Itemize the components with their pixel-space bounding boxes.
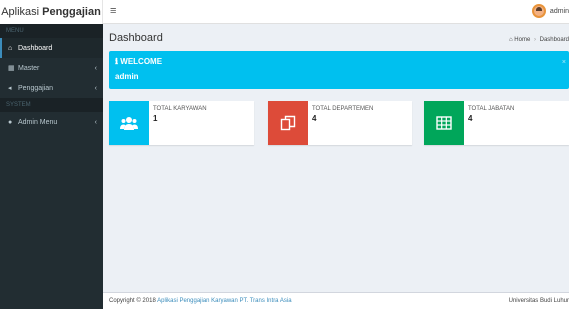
info-box-value: 4 bbox=[468, 114, 473, 123]
chevron-left-icon: ‹ bbox=[94, 84, 97, 92]
info-box-total-karyawan: TOTAL KARYAWAN 1 bbox=[109, 101, 254, 145]
sidebar-toggle-button[interactable]: ≡ bbox=[110, 5, 116, 17]
home-icon: ⌂ bbox=[8, 44, 13, 52]
footer-credit: Universitas Budi Luhur bbox=[508, 298, 569, 304]
user-icon: ● bbox=[8, 118, 13, 126]
sidebar: MENU ⌂ Dashboard ▦ Master ‹ ◂ Penggajian… bbox=[0, 24, 103, 309]
welcome-callout: ℹ WELCOME admin × bbox=[109, 51, 569, 89]
breadcrumb-home[interactable]: Home bbox=[514, 37, 530, 43]
sidebar-section-menu: MENU bbox=[0, 24, 103, 38]
sidebar-item-dashboard[interactable]: ⌂ Dashboard bbox=[0, 38, 103, 58]
copyright-text: Copyright © 2018 bbox=[109, 298, 156, 304]
sidebar-item-label: Master bbox=[18, 64, 40, 72]
info-box-label: TOTAL KARYAWAN bbox=[153, 106, 207, 112]
users-icon bbox=[109, 101, 149, 145]
main-content: Dashboard ⌂ Home › Dashboard ℹ WELCOME a… bbox=[103, 24, 569, 309]
sidebar-item-master[interactable]: ▦ Master ‹ bbox=[0, 58, 103, 78]
info-box-value: 4 bbox=[312, 114, 317, 123]
breadcrumb: ⌂ Home › Dashboard bbox=[509, 37, 569, 43]
sidebar-item-admin-menu[interactable]: ● Admin Menu ‹ bbox=[0, 112, 103, 132]
table-icon bbox=[424, 101, 464, 145]
chevron-left-icon: ‹ bbox=[94, 64, 97, 72]
info-box-total-departemen: TOTAL DEPARTEMEN 4 bbox=[268, 101, 412, 145]
table-icon: ▦ bbox=[8, 65, 15, 72]
footer: Copyright © 2018 Aplikasi Penggajian Kar… bbox=[103, 292, 569, 309]
page-title: Dashboard bbox=[109, 32, 163, 44]
footer-copyright: Copyright © 2018 Aplikasi Penggajian Kar… bbox=[109, 298, 292, 304]
welcome-user: admin bbox=[115, 72, 139, 81]
copy-icon bbox=[268, 101, 308, 145]
app-logo[interactable]: Aplikasi Penggajian bbox=[0, 0, 103, 24]
sidebar-item-label: Dashboard bbox=[18, 44, 53, 52]
breadcrumb-current: Dashboard bbox=[539, 37, 569, 43]
close-icon[interactable]: × bbox=[562, 59, 566, 66]
chevron-left-icon: ‹ bbox=[94, 118, 97, 126]
info-box-label: TOTAL JABATAN bbox=[468, 106, 515, 112]
footer-link[interactable]: Aplikasi Penggajian Karyawan PT. Trans I… bbox=[157, 298, 291, 304]
info-icon: ℹ bbox=[115, 57, 119, 66]
info-box-label: TOTAL DEPARTEMEN bbox=[312, 106, 374, 112]
sidebar-section-system: SYSTEM bbox=[0, 98, 103, 112]
app-title-bold: Penggajian bbox=[42, 6, 101, 18]
app-title-prefix: Aplikasi bbox=[1, 6, 40, 18]
info-box-total-jabatan: TOTAL JABATAN 4 bbox=[424, 101, 569, 145]
user-name: admin bbox=[549, 7, 569, 15]
welcome-heading-text: WELCOME bbox=[120, 57, 163, 66]
sidebar-item-penggajian[interactable]: ◂ Penggajian ‹ bbox=[0, 78, 103, 98]
top-navbar: ≡ admin bbox=[103, 0, 569, 24]
payroll-icon: ◂ bbox=[8, 85, 12, 92]
breadcrumb-separator: › bbox=[533, 37, 536, 43]
sidebar-item-label: Penggajian bbox=[18, 84, 54, 92]
sidebar-item-label: Admin Menu bbox=[18, 118, 58, 126]
avatar bbox=[531, 4, 546, 18]
home-icon: ⌂ bbox=[508, 37, 513, 43]
welcome-heading: ℹ WELCOME bbox=[115, 57, 563, 66]
user-menu[interactable]: admin bbox=[531, 4, 569, 18]
info-box-value: 1 bbox=[153, 114, 158, 123]
